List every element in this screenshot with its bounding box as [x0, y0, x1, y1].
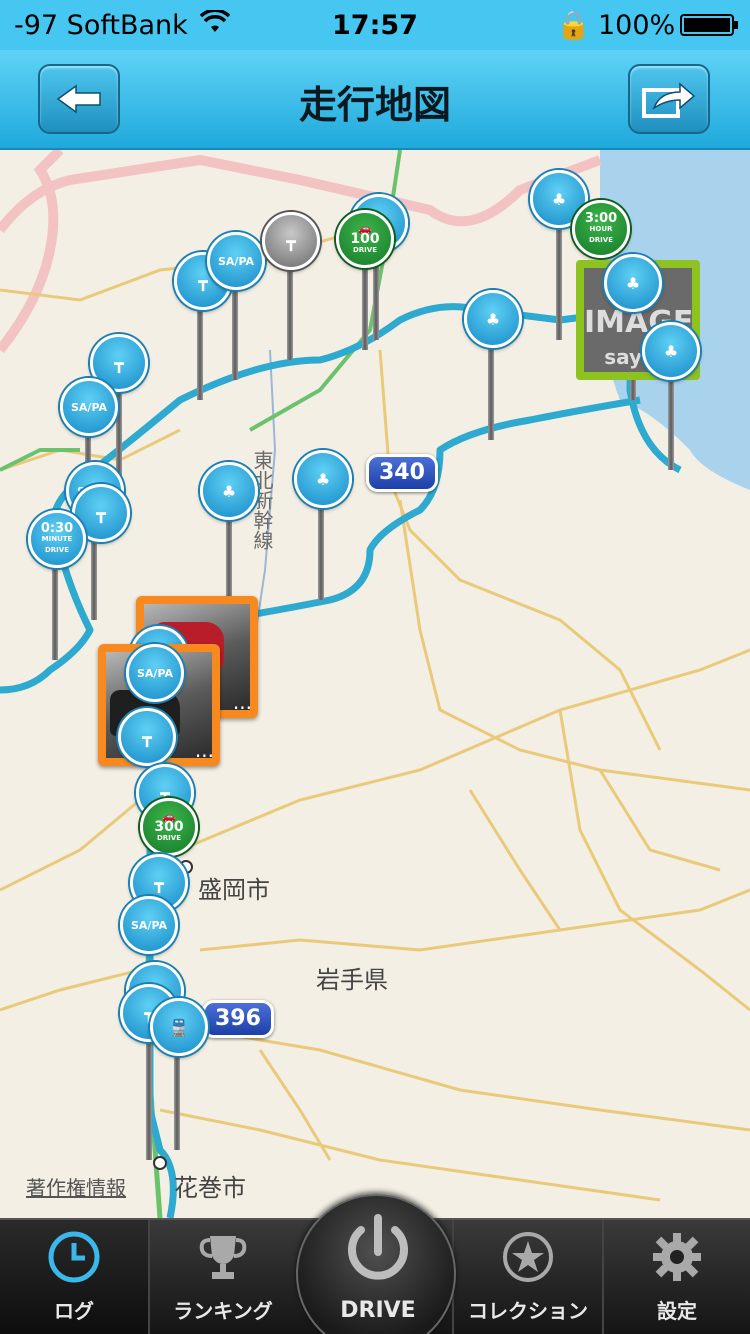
junction-pin-gray[interactable]: ┳ [262, 212, 320, 270]
battery-percentage: 100% [598, 10, 676, 41]
pin-stick [226, 510, 232, 600]
photo-more-indicator: ... [194, 738, 214, 762]
city-label-morioka: 盛岡市 [198, 876, 270, 904]
junction-icon: ┳ [114, 353, 124, 373]
park-pin[interactable]: ♣ [604, 254, 662, 312]
park-icon: ♣ [663, 341, 679, 361]
clock-icon [46, 1229, 102, 1285]
battery-fill [684, 18, 730, 32]
hour-drive-pin[interactable]: 3:00 HOUR DRIVE [572, 200, 630, 258]
power-icon [348, 1214, 408, 1280]
junction-icon: ┳ [154, 873, 164, 893]
status-bar: -97 SoftBank 17:57 🔒 100% [0, 0, 750, 50]
sa-pa-pin[interactable]: SA/PA [126, 644, 184, 702]
minute-drive-value: 0:30 [40, 520, 74, 536]
drive-100-value: 100 [350, 230, 380, 247]
pin-stick [318, 500, 324, 600]
minute-drive-label: DRIVE [44, 545, 69, 554]
tab-settings[interactable]: 設定 [604, 1220, 750, 1334]
drive-map[interactable]: 東北新幹線 盛岡市 岩手県 花巻市 340 396 ┳ SA/PA ┳ ♣ 🚗 … [0, 150, 750, 1218]
road-shield-396: 396 [202, 1000, 274, 1038]
pin-stick [556, 230, 562, 340]
tab-collection[interactable]: コレクション [454, 1220, 602, 1334]
park-icon: ♣ [221, 481, 237, 501]
park-pin[interactable]: ♣ [294, 450, 352, 508]
nav-bar: 走行地図 [0, 50, 750, 150]
gear-icon [649, 1229, 705, 1285]
photo-more-indicator: ... [232, 690, 252, 714]
road-shield-340: 340 [366, 454, 438, 492]
park-icon: ♣ [315, 469, 331, 489]
drive-button-label: DRIVE [340, 1298, 416, 1323]
sa-pa-label: SA/PA [130, 918, 168, 932]
city-label-hanamaki: 花巻市 [174, 1174, 246, 1202]
drive-300km-pin[interactable]: 🚗 300 DRIVE [140, 798, 198, 856]
sa-pa-label: SA/PA [136, 666, 174, 680]
junction-icon: ┳ [286, 231, 296, 251]
sa-pa-label: SA/PA [217, 254, 255, 268]
drive-button[interactable]: DRIVE [296, 1194, 456, 1334]
sa-pa-label: SA/PA [70, 400, 108, 414]
train-icon: 🚆 [169, 1017, 189, 1037]
star-icon [500, 1229, 556, 1285]
park-pin[interactable]: ♣ [200, 462, 258, 520]
pin-stick [668, 370, 674, 470]
minute-drive-unit: MINUTE [41, 534, 73, 543]
copyright-link[interactable]: 著作権情報 [26, 1172, 126, 1201]
sa-pa-pin[interactable]: SA/PA [207, 232, 265, 290]
tab-log-label: ログ [54, 1299, 94, 1323]
junction-icon: ┳ [96, 503, 106, 523]
sa-pa-pin[interactable]: SA/PA [60, 378, 118, 436]
tab-settings-label: 設定 [657, 1299, 697, 1323]
share-button[interactable] [628, 64, 710, 134]
prefecture-label: 岩手県 [316, 966, 388, 994]
pin-stick [146, 1030, 152, 1160]
drive-100km-pin[interactable]: 🚗 100 DRIVE [336, 210, 394, 268]
sa-pa-pin[interactable]: SA/PA [120, 896, 178, 954]
battery-icon [680, 14, 738, 36]
hour-drive-label: DRIVE [588, 235, 613, 244]
pin-stick [91, 530, 97, 620]
trophy-icon [195, 1229, 251, 1285]
park-icon: ♣ [625, 273, 641, 293]
park-pin[interactable]: ♣ [464, 290, 522, 348]
drive-100-label: DRIVE [352, 245, 377, 254]
hour-drive-unit: HOUR [589, 224, 613, 233]
pin-stick [174, 1040, 180, 1150]
junction-pin[interactable]: ┳ [118, 708, 176, 766]
tab-collection-label: コレクション [468, 1299, 588, 1323]
park-icon: ♣ [551, 189, 567, 209]
rotation-lock-icon: 🔒 [556, 8, 591, 41]
minute-drive-pin[interactable]: 0:30 MINUTE DRIVE [28, 510, 86, 568]
pin-stick [52, 560, 58, 660]
drive-300-label: DRIVE [156, 833, 181, 842]
tab-log[interactable]: ログ [0, 1220, 148, 1334]
tab-ranking[interactable]: ランキング [150, 1220, 296, 1334]
junction-icon: ┳ [142, 727, 152, 747]
train-station-pin[interactable]: 🚆 [150, 998, 208, 1056]
park-pin[interactable]: ♣ [642, 322, 700, 380]
tab-ranking-label: ランキング [173, 1299, 273, 1323]
drive-300-value: 300 [154, 818, 184, 835]
hour-drive-value: 3:00 [584, 210, 618, 226]
park-icon: ♣ [485, 309, 501, 329]
share-arrow-icon [642, 82, 696, 118]
junction-icon: ┳ [198, 271, 208, 291]
